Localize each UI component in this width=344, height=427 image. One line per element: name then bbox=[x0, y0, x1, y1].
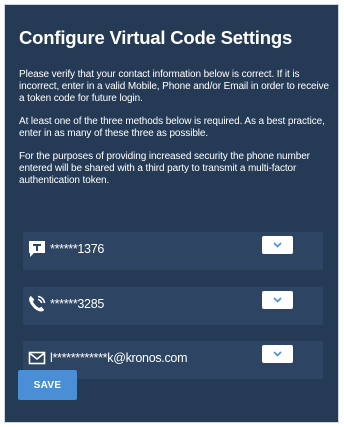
phone-field[interactable]: ******3285 bbox=[23, 287, 323, 325]
security-notice: For the purposes of providing increased … bbox=[19, 151, 310, 186]
phone-call-icon bbox=[27, 294, 47, 314]
requirement-instructions: At least one of the three methods below … bbox=[19, 116, 325, 139]
phone-dropdown-button[interactable] bbox=[262, 291, 293, 309]
chevron-down-icon bbox=[273, 242, 282, 248]
chevron-down-icon bbox=[273, 351, 282, 357]
sms-message-icon bbox=[27, 239, 47, 259]
mobile-value: ******1376 bbox=[50, 242, 104, 256]
virtual-code-settings-dialog: Configure Virtual Code Settings Please v… bbox=[4, 4, 339, 423]
mobile-field[interactable]: ******1376 bbox=[23, 232, 323, 270]
email-value: l************k@kronos.com bbox=[50, 351, 188, 365]
dialog-title: Configure Virtual Code Settings bbox=[19, 27, 293, 48]
phone-value: ******3285 bbox=[50, 297, 104, 311]
verify-instructions: Please verify that your contact informat… bbox=[19, 69, 329, 104]
email-dropdown-button[interactable] bbox=[262, 345, 293, 363]
email-envelope-icon bbox=[27, 348, 47, 368]
chevron-down-icon bbox=[273, 297, 282, 303]
mobile-dropdown-button[interactable] bbox=[262, 236, 293, 254]
save-button[interactable]: SAVE bbox=[18, 370, 77, 400]
